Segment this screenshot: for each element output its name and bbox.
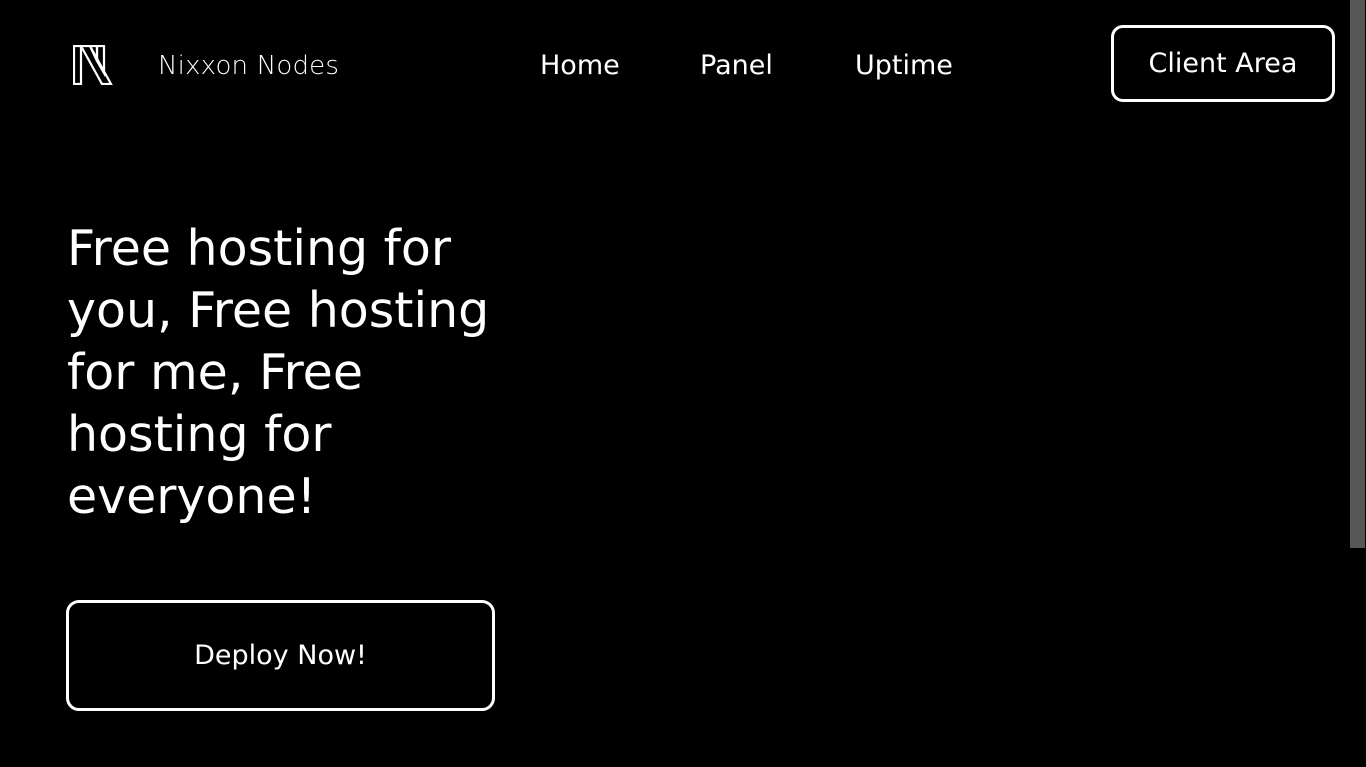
nixxon-logo-icon xyxy=(72,44,113,86)
vertical-scrollbar[interactable] xyxy=(1349,0,1366,767)
logo-link[interactable] xyxy=(72,44,113,86)
page: Nixxon Nodes Home Panel Uptime Client Ar… xyxy=(0,0,1349,767)
client-area-button[interactable]: Client Area xyxy=(1111,25,1335,102)
hero-title: Free hosting for you, Free hosting for m… xyxy=(67,220,490,525)
nav-uptime[interactable]: Uptime xyxy=(855,48,953,84)
nav-panel[interactable]: Panel xyxy=(700,48,773,84)
deploy-now-button[interactable]: Deploy Now! xyxy=(66,600,495,711)
brand-name[interactable]: Nixxon Nodes xyxy=(158,48,339,84)
nav-home[interactable]: Home xyxy=(540,48,620,84)
scrollbar-thumb[interactable] xyxy=(1350,0,1365,548)
